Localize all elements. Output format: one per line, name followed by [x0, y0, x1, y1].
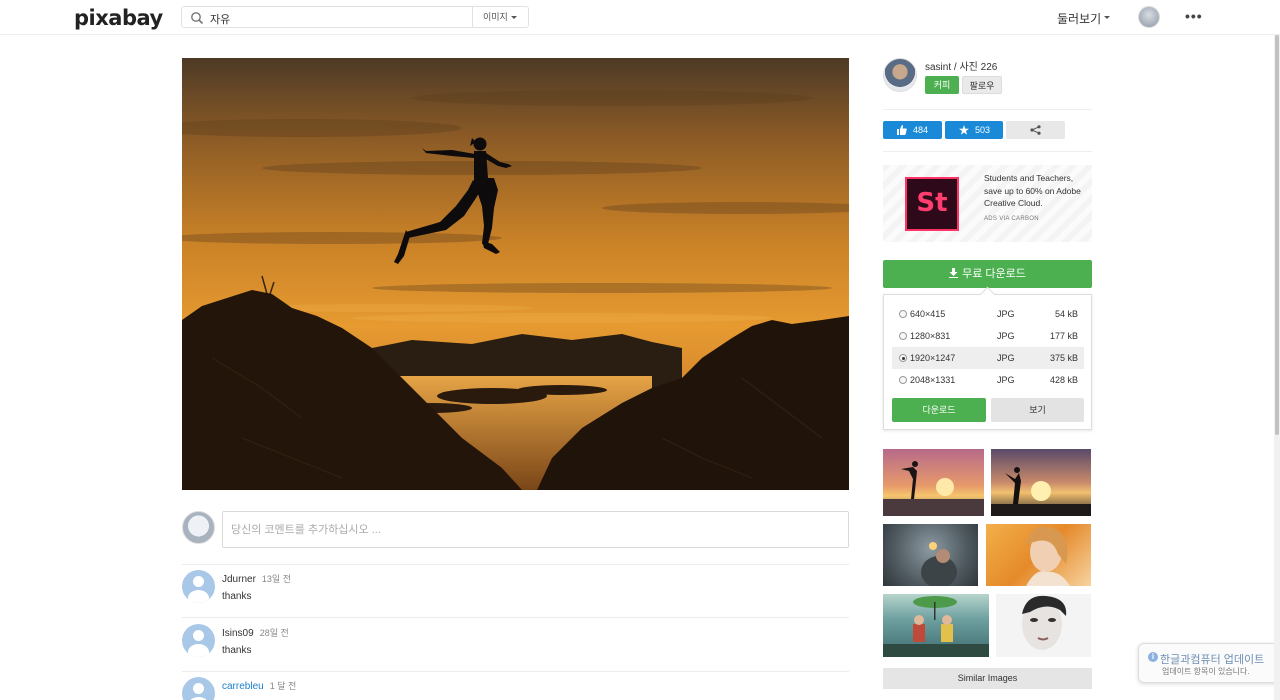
- option-resolution: 1920×1247: [910, 353, 956, 363]
- more-menu-icon[interactable]: •••: [1185, 8, 1203, 24]
- comment-item: carrebleu 1 달 전: [182, 671, 849, 700]
- view-button[interactable]: 보기: [991, 398, 1084, 422]
- related-image-thumbnail[interactable]: [986, 524, 1091, 586]
- free-download-label: 무료 다운로드: [962, 268, 1026, 280]
- ad-via[interactable]: ADS VIA CARBON: [984, 216, 1039, 222]
- comment-time: 28일 전: [259, 628, 289, 638]
- option-resolution: 1280×831: [910, 331, 951, 341]
- follow-button[interactable]: 팔로우: [962, 76, 1002, 94]
- star-icon: [959, 125, 969, 135]
- comment-author[interactable]: carrebleu 1 달 전: [222, 679, 296, 692]
- author-info[interactable]: sasint / 사진 226: [925, 58, 997, 73]
- comment-text: thanks: [222, 645, 252, 656]
- comment-avatar[interactable]: [182, 570, 215, 603]
- search-input[interactable]: 자유: [210, 11, 230, 27]
- radio-icon[interactable]: [899, 376, 907, 384]
- similar-images-button[interactable]: Similar Images: [883, 668, 1092, 689]
- radio-icon[interactable]: [899, 354, 907, 362]
- option-size: 54 kB: [1054, 309, 1078, 319]
- share-button[interactable]: [1006, 121, 1065, 139]
- size-option[interactable]: 1280×831 JPG 177 kB: [892, 325, 1084, 347]
- search-type-dropdown[interactable]: 이미지: [472, 7, 528, 27]
- option-format: JPG: [997, 375, 1015, 385]
- comment-text: thanks: [222, 591, 252, 602]
- explore-menu[interactable]: 둘러보기: [1057, 10, 1111, 27]
- option-format: JPG: [997, 331, 1015, 341]
- notification-subtitle: 업데이트 항목이 있습니다.: [1162, 667, 1250, 676]
- comment-time: 1 달 전: [269, 681, 297, 691]
- favorite-count: 503: [975, 125, 991, 135]
- comment-time: 13일 전: [261, 574, 291, 584]
- divider: [883, 151, 1092, 152]
- related-image-thumbnail[interactable]: [883, 449, 984, 516]
- comment-avatar[interactable]: [182, 677, 215, 700]
- option-format: JPG: [997, 309, 1015, 319]
- thumbs-up-icon: [897, 125, 907, 135]
- ad-text[interactable]: Students and Teachers, save up to 60% on…: [984, 172, 1092, 210]
- like-count: 484: [913, 125, 929, 135]
- author-avatar[interactable]: [883, 58, 917, 92]
- notification-title: 한글과컴퓨터 업데이트: [1160, 654, 1265, 666]
- related-image-thumbnail[interactable]: [883, 594, 989, 657]
- size-option[interactable]: 640×415 JPG 54 kB: [892, 303, 1084, 325]
- divider: [883, 109, 1092, 110]
- share-icon: [1030, 125, 1041, 135]
- main-photo[interactable]: [182, 58, 849, 490]
- coffee-button[interactable]: 커피: [925, 76, 959, 94]
- related-image-thumbnail[interactable]: [991, 449, 1091, 516]
- option-resolution: 2048×1331: [910, 375, 956, 385]
- commenter-avatar: [182, 511, 215, 544]
- download-button[interactable]: 다운로드: [892, 398, 986, 422]
- update-notification[interactable]: i 한글과컴퓨터 업데이트 업데이트 항목이 있습니다.: [1138, 643, 1280, 683]
- search-icon: [191, 12, 204, 25]
- comment-author[interactable]: Isins09 28일 전: [222, 626, 289, 639]
- user-avatar[interactable]: [1138, 6, 1160, 28]
- info-icon: i: [1148, 652, 1158, 662]
- download-options-panel: 640×415 JPG 54 kB 1280×831 JPG 177 kB 19…: [883, 294, 1092, 430]
- page-scrollbar[interactable]: [1274, 35, 1280, 700]
- comment-author[interactable]: Jdurner 13일 전: [222, 572, 291, 585]
- comment-input[interactable]: 당신의 코멘트를 추가하십시오 ...: [222, 511, 849, 548]
- option-size: 375 kB: [1049, 353, 1078, 363]
- top-header: pixabay 자유 이미지 둘러보기 •••: [0, 0, 1280, 35]
- related-image-thumbnail[interactable]: [883, 524, 978, 586]
- size-option-selected[interactable]: 1920×1247 JPG 375 kB: [892, 347, 1084, 369]
- option-resolution: 640×415: [910, 309, 946, 319]
- favorite-button[interactable]: 503: [945, 121, 1003, 139]
- radio-icon[interactable]: [899, 332, 907, 340]
- option-size: 428 kB: [1049, 375, 1078, 385]
- adobe-stock-logo: St: [905, 177, 959, 231]
- like-button[interactable]: 484: [883, 121, 942, 139]
- search-bar[interactable]: 자유 이미지: [181, 6, 529, 28]
- download-icon: [949, 268, 959, 278]
- option-size: 177 kB: [1049, 331, 1078, 341]
- pixabay-logo[interactable]: pixabay: [74, 6, 163, 30]
- carbon-ad[interactable]: St Students and Teachers, save up to 60%…: [883, 165, 1092, 242]
- comment-item: Jdurner 13일 전 thanks: [182, 564, 849, 614]
- comment-item: Isins09 28일 전 thanks: [182, 618, 849, 668]
- radio-icon[interactable]: [899, 310, 907, 318]
- free-download-button[interactable]: 무료 다운로드: [883, 260, 1092, 288]
- size-option[interactable]: 2048×1331 JPG 428 kB: [892, 369, 1084, 391]
- option-format: JPG: [997, 353, 1015, 363]
- comment-avatar[interactable]: [182, 624, 215, 657]
- related-image-thumbnail[interactable]: [996, 594, 1091, 657]
